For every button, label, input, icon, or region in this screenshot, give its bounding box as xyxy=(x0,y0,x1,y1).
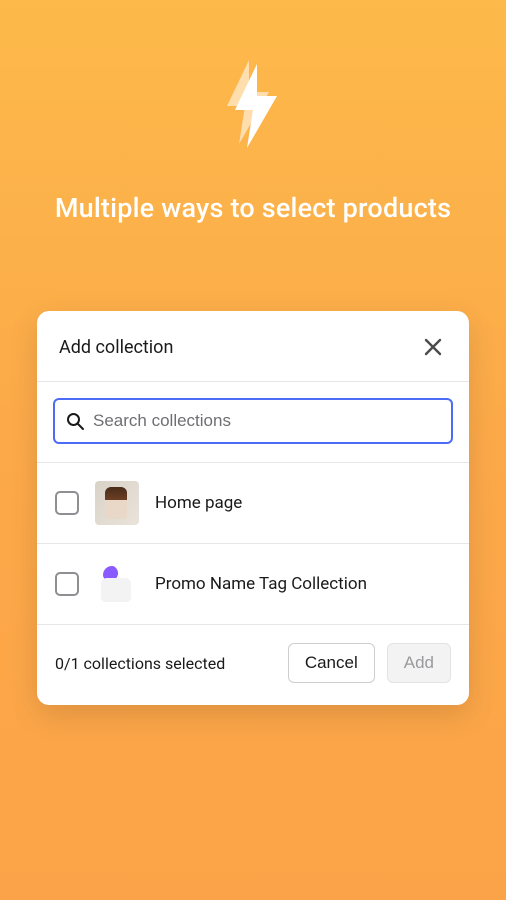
list-item[interactable]: Promo Name Tag Collection xyxy=(37,544,469,625)
hero: Multiple ways to select products xyxy=(0,0,506,226)
collection-label: Promo Name Tag Collection xyxy=(155,574,367,594)
modal-footer: 0/1 collections selected Cancel Add xyxy=(37,625,469,705)
bolt-icon xyxy=(0,60,506,150)
search-icon xyxy=(65,411,85,431)
close-icon xyxy=(423,337,443,357)
checkbox[interactable] xyxy=(55,572,79,596)
collection-label: Home page xyxy=(155,493,242,513)
close-button[interactable] xyxy=(419,333,447,361)
page-headline: Multiple ways to select products xyxy=(0,190,506,226)
modal-header: Add collection xyxy=(37,311,469,382)
selected-count: 0/1 collections selected xyxy=(55,654,276,673)
add-button[interactable]: Add xyxy=(387,643,451,683)
collection-thumbnail xyxy=(95,481,139,525)
list-item[interactable]: Home page xyxy=(37,463,469,544)
collection-list: Home page Promo Name Tag Collection xyxy=(37,463,469,625)
search-field[interactable] xyxy=(53,398,453,444)
collection-thumbnail xyxy=(95,562,139,606)
search-input[interactable] xyxy=(93,411,441,431)
modal-title: Add collection xyxy=(59,337,173,358)
cancel-button[interactable]: Cancel xyxy=(288,643,375,683)
checkbox[interactable] xyxy=(55,491,79,515)
add-collection-modal: Add collection Home page Promo Name Tag … xyxy=(37,311,469,705)
search-section xyxy=(37,382,469,463)
